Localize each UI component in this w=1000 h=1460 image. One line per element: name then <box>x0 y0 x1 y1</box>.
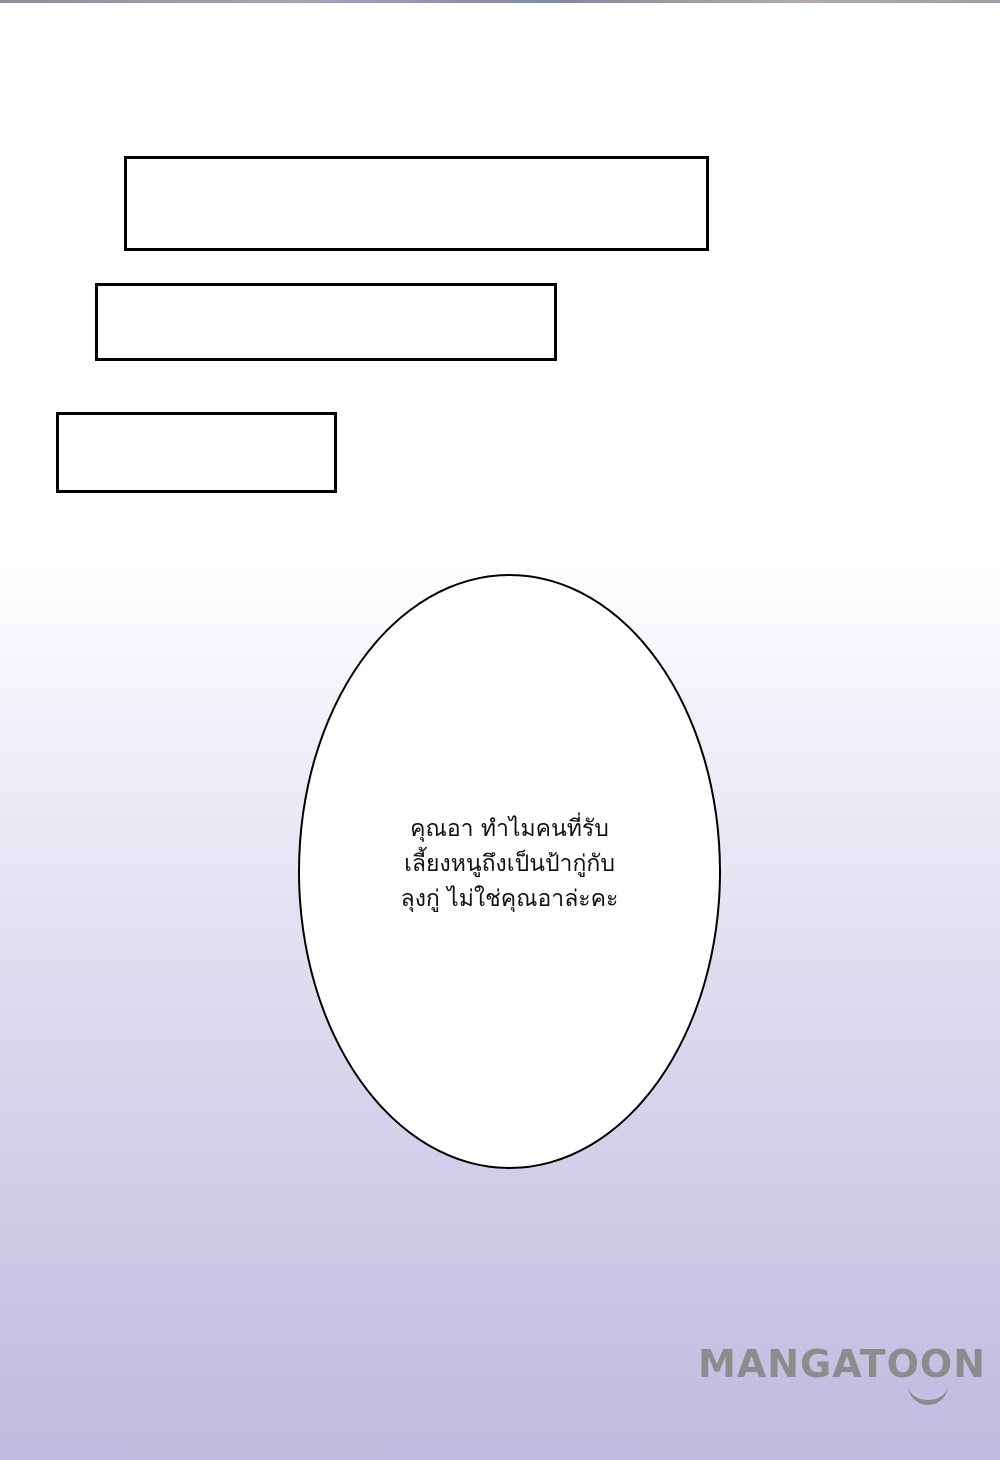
speech-line-1: คุณอา ทำไมคนที่รับ <box>410 816 609 842</box>
previous-panel-edge <box>0 0 1000 3</box>
comic-panel: คุณอา ทำไมคนที่รับ เลี้ยงหนูถึงเป็นป้ากู… <box>0 0 1000 1460</box>
speech-line-3: ลุงกู่ ไม่ใช่คุณอาล่ะคะ <box>400 886 619 912</box>
watermark-text: MANGATOON <box>698 1342 987 1386</box>
caption-box-3 <box>56 412 337 493</box>
smile-icon <box>908 1384 948 1405</box>
caption-box-2 <box>95 283 557 361</box>
speech-text: คุณอา ทำไมคนที่รับ เลี้ยงหนูถึงเป็นป้ากู… <box>360 812 660 917</box>
speech-bubble: คุณอา ทำไมคนที่รับ เลี้ยงหนูถึงเป็นป้ากู… <box>298 574 721 1169</box>
speech-line-2: เลี้ยงหนูถึงเป็นป้ากู่กับ <box>404 851 615 877</box>
caption-box-1 <box>124 156 709 251</box>
mangatoon-watermark: MANGATOON <box>698 1342 998 1412</box>
